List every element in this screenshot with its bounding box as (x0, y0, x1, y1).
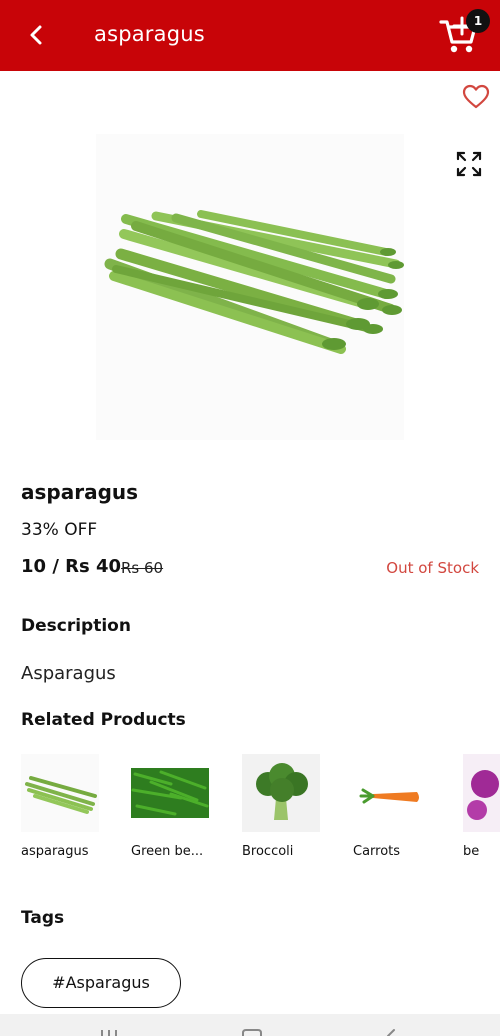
product-image[interactable] (96, 134, 404, 440)
related-product-item[interactable]: Broccoli (221, 754, 320, 859)
related-product-label: Green be... (131, 844, 204, 859)
heart-outline-icon (462, 84, 490, 109)
related-product-label: be (463, 844, 480, 859)
system-navigation-bar (0, 1014, 500, 1036)
back-arrow-icon (30, 25, 42, 45)
related-product-item[interactable]: Green be... (110, 754, 209, 859)
home-icon[interactable] (240, 1014, 264, 1036)
product-name: asparagus (21, 480, 139, 504)
fullscreen-button[interactable] (455, 150, 483, 178)
description-text: Asparagus (21, 663, 116, 684)
related-product-label: asparagus (21, 844, 89, 859)
recents-icon[interactable] (98, 1014, 122, 1036)
tags-heading: Tags (21, 908, 65, 928)
cart-count-badge: 1 (466, 9, 490, 33)
favorite-button[interactable] (462, 84, 490, 110)
carrot-thumbnail (353, 754, 431, 832)
beetroot-thumbnail (463, 754, 500, 832)
related-product-label: Carrots (353, 844, 401, 859)
page-title: asparagus (94, 22, 205, 46)
original-price: Rs 60 (121, 559, 164, 577)
related-product-item[interactable]: be (442, 754, 500, 859)
app-bar: asparagus 1 (0, 0, 500, 71)
related-product-item[interactable]: Carrots (332, 754, 431, 859)
related-product-label: Broccoli (242, 844, 294, 859)
asparagus-thumbnail (21, 754, 99, 832)
fullscreen-icon (456, 151, 482, 177)
related-products-list[interactable]: asparagus Green be... Broccoli Carrots b… (0, 754, 500, 864)
description-heading: Description (21, 616, 131, 636)
back-button[interactable] (22, 20, 52, 50)
discount-label: 33% OFF (21, 520, 98, 540)
price: 10 / Rs 40 (21, 556, 122, 577)
back-nav-icon[interactable] (380, 1014, 404, 1036)
tag-chip[interactable]: #Asparagus (21, 958, 181, 1008)
stock-status: Out of Stock (386, 559, 479, 577)
related-product-item[interactable]: asparagus (0, 754, 99, 859)
broccoli-thumbnail (242, 754, 320, 832)
green-beans-thumbnail (131, 768, 209, 818)
asparagus-image (104, 210, 404, 354)
related-products-heading: Related Products (21, 710, 186, 730)
